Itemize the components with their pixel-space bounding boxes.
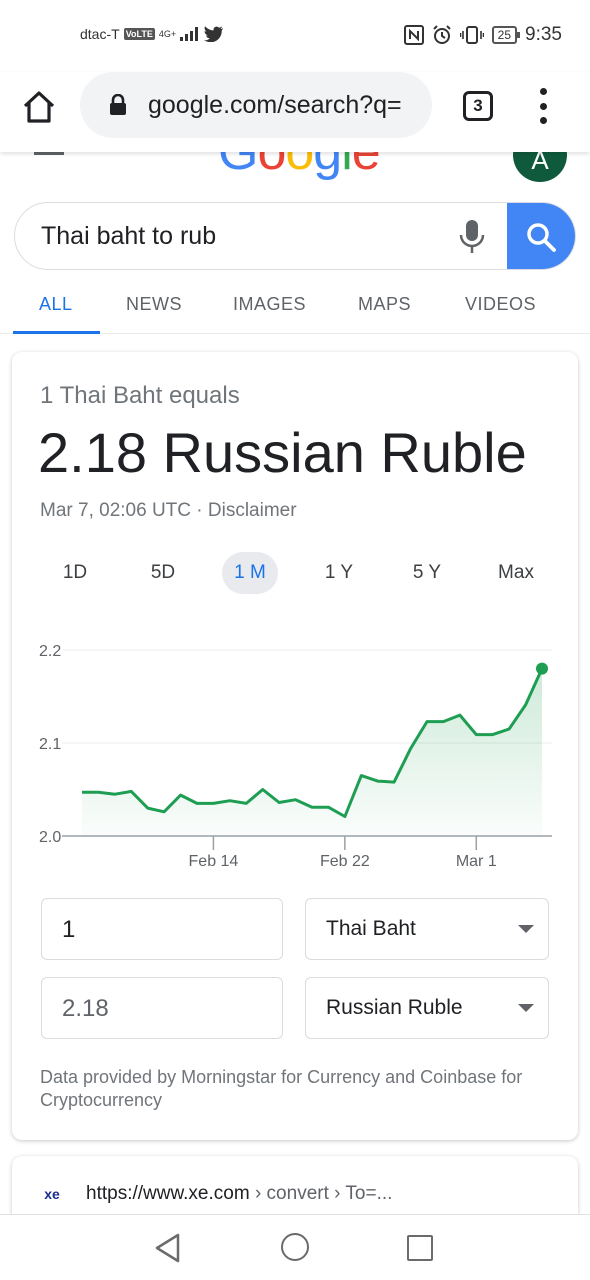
tab-maps[interactable]: MAPS [358, 294, 411, 315]
menu-icon[interactable] [34, 152, 64, 155]
y-tick-label: 2.0 [39, 829, 61, 846]
tab-switcher-button[interactable]: 3 [463, 91, 493, 121]
status-left: dtac-T VoLTE 4G+ [80, 26, 224, 42]
to-amount-field[interactable]: 2.18 [41, 977, 283, 1039]
range-max[interactable]: Max [490, 552, 542, 594]
twitter-icon [204, 26, 224, 42]
result-domain: https://www.xe.com [86, 1183, 250, 1204]
y-tick-label: 2.2 [39, 643, 61, 660]
from-amount-field[interactable]: 1 [41, 898, 283, 960]
google-header: Google A [0, 150, 590, 190]
status-bar: dtac-T VoLTE 4G+ 25 9:35 [0, 0, 590, 72]
result-breadcrumb: › convert › To=... [249, 1183, 393, 1204]
chart-area-fill [82, 668, 542, 836]
y-tick-label: 2.1 [39, 736, 61, 753]
range-1d[interactable]: 1D [52, 552, 98, 594]
home-nav-icon[interactable] [281, 1233, 309, 1261]
recent-apps-icon[interactable] [407, 1235, 433, 1261]
active-tab-indicator [13, 331, 100, 334]
to-currency-value: Russian Ruble [326, 996, 463, 1019]
xe-logo: xe [38, 1182, 66, 1206]
to-amount-value: 2.18 [62, 995, 109, 1022]
system-nav-bar [0, 1214, 590, 1280]
conversion-result: 2.18 Russian Ruble [38, 421, 527, 484]
from-currency-select[interactable]: Thai Baht [305, 898, 549, 960]
chevron-down-icon [518, 1004, 534, 1012]
carrier-name: dtac-T [80, 26, 120, 42]
rate-chart[interactable]: 2.2 2.1 2.0 Feb 14 Feb 22 Mar 1 [12, 634, 578, 874]
tab-all[interactable]: ALL [39, 294, 73, 315]
tab-news[interactable]: NEWS [126, 294, 182, 315]
equals-label: 1 Thai Baht equals [40, 382, 240, 409]
currency-converter-card: 1 Thai Baht equals 2.18 Russian Ruble Ma… [12, 352, 578, 1140]
network-type: 4G+ [158, 29, 177, 39]
search-button[interactable] [507, 203, 575, 269]
signal-icon [180, 27, 199, 41]
x-tick-label: Mar 1 [456, 853, 497, 870]
range-1y[interactable]: 1 Y [316, 552, 362, 594]
nfc-icon [403, 25, 424, 45]
search-icon [527, 223, 556, 252]
search-tabs: ALL NEWS IMAGES MAPS VIDEOS [0, 282, 590, 334]
status-right: 25 9:35 [403, 24, 562, 46]
tab-images[interactable]: IMAGES [233, 294, 306, 315]
range-5y[interactable]: 5 Y [404, 552, 450, 594]
address-bar[interactable]: google.com/search?q= [80, 72, 432, 138]
time-range-selector: 1D 5D 1 M 1 Y 5 Y Max [12, 552, 578, 596]
lock-icon [110, 94, 126, 115]
more-options-icon[interactable] [536, 88, 550, 124]
x-tick-label: Feb 22 [320, 853, 370, 870]
search-input[interactable]: Thai baht to rub [41, 222, 216, 251]
avatar[interactable]: A [513, 150, 567, 182]
battery-icon: 25 [491, 26, 521, 44]
from-amount-value: 1 [62, 916, 76, 943]
url-text: google.com/search?q= [148, 91, 402, 119]
back-icon[interactable] [154, 1233, 182, 1263]
rate-timestamp[interactable]: Mar 7, 02:06 UTC · Disclaimer [40, 500, 297, 522]
search-box[interactable]: Thai baht to rub [14, 202, 576, 270]
to-currency-select[interactable]: Russian Ruble [305, 977, 549, 1039]
google-logo[interactable]: Google [218, 150, 381, 182]
chart-last-point [536, 662, 548, 675]
volte-badge: VoLTE [123, 28, 155, 40]
from-currency-value: Thai Baht [326, 917, 416, 940]
home-icon[interactable] [22, 90, 56, 124]
browser-toolbar: google.com/search?q= 3 [0, 72, 590, 152]
data-provider-note: Data provided by Morningstar for Currenc… [40, 1067, 523, 1110]
clock: 9:35 [525, 24, 562, 45]
range-5d[interactable]: 5D [140, 552, 186, 594]
result-url[interactable]: https://www.xe.com › convert › To=... [86, 1183, 392, 1205]
alarm-icon [432, 25, 451, 44]
x-tick-label: Feb 14 [189, 853, 239, 870]
vibrate-icon [459, 26, 484, 44]
mic-icon[interactable] [459, 219, 485, 255]
chevron-down-icon [518, 925, 534, 933]
range-1m[interactable]: 1 M [222, 552, 278, 594]
tab-videos[interactable]: VIDEOS [465, 294, 536, 315]
